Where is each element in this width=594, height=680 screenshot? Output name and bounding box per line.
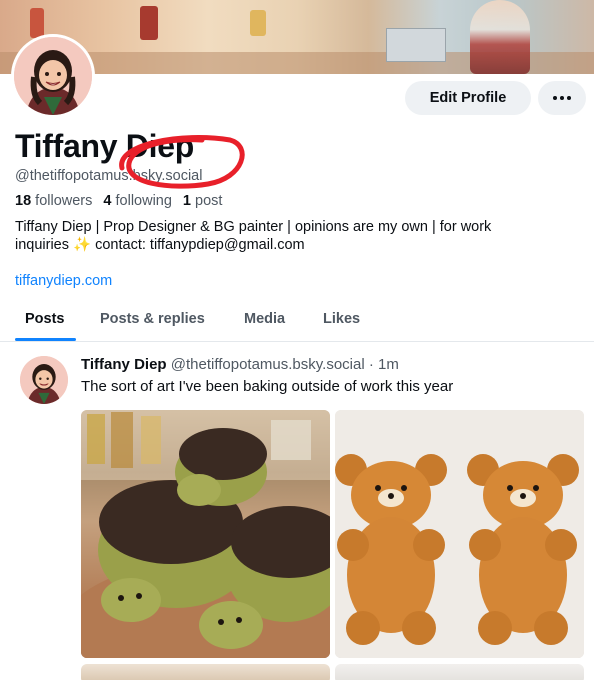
banner-jar bbox=[30, 8, 44, 38]
post-author-name[interactable]: Tiffany Diep bbox=[81, 356, 167, 373]
active-tab-indicator bbox=[15, 338, 76, 341]
avatar-illustration bbox=[14, 37, 92, 115]
following-label: following bbox=[115, 193, 172, 209]
profile-display-name: Tiffany Diep bbox=[15, 128, 194, 164]
bio-line: inquiries ✨ contact: tiffanypdiep@gmail.… bbox=[15, 237, 305, 253]
following-count: 4 bbox=[103, 193, 112, 209]
followers-count: 18 bbox=[15, 193, 32, 209]
edit-profile-button[interactable]: Edit Profile bbox=[405, 81, 531, 115]
bio-line: Tiffany Diep | Prop Designer & BG painte… bbox=[15, 219, 492, 235]
banner-jar bbox=[250, 10, 266, 36]
posts-stat: 1 post bbox=[183, 193, 223, 209]
post-header: Tiffany Diep @thetiffopotamus.bsky.socia… bbox=[81, 356, 399, 373]
dot-icon bbox=[567, 96, 571, 100]
followers-label: followers bbox=[35, 193, 93, 209]
banner-jar bbox=[140, 6, 158, 40]
profile-website-link[interactable]: tiffanydiep.com bbox=[15, 273, 112, 289]
profile-handle: @thetiffopotamus.bsky.social bbox=[15, 168, 203, 184]
tab-media[interactable]: Media bbox=[244, 311, 285, 327]
dot-icon bbox=[553, 96, 557, 100]
profile-stats: 18 followers 4 following 1 post bbox=[15, 193, 222, 209]
post-author-handle[interactable]: @thetiffopotamus.bsky.social bbox=[171, 356, 365, 373]
turtle-buns-illustration bbox=[81, 410, 330, 658]
post-timestamp[interactable]: · 1m bbox=[369, 356, 399, 373]
followers-stat[interactable]: 18 followers bbox=[15, 193, 92, 209]
banner-figure bbox=[470, 0, 530, 74]
avatar-illustration bbox=[20, 356, 68, 404]
post-image-turtle-buns[interactable] bbox=[81, 410, 330, 658]
post-image-3[interactable] bbox=[81, 664, 330, 680]
profile-tabs: Posts Posts & replies Media Likes bbox=[0, 300, 594, 342]
posts-count: 1 bbox=[182, 193, 191, 209]
banner-box bbox=[386, 28, 446, 62]
dot-icon bbox=[560, 96, 564, 100]
bear-buns-illustration bbox=[335, 410, 584, 658]
post-image-4[interactable] bbox=[335, 664, 584, 680]
profile-bio: Tiffany Diep | Prop Designer & BG painte… bbox=[15, 218, 575, 254]
post-image-bear-buns[interactable] bbox=[335, 410, 584, 658]
posts-label: post bbox=[195, 193, 223, 209]
tab-likes[interactable]: Likes bbox=[323, 311, 360, 327]
post-author-avatar[interactable] bbox=[20, 356, 68, 404]
profile-avatar[interactable] bbox=[11, 34, 95, 118]
post-text: The sort of art I've been baking outside… bbox=[81, 378, 454, 395]
tab-posts-replies[interactable]: Posts & replies bbox=[100, 311, 205, 327]
tab-posts[interactable]: Posts bbox=[25, 311, 65, 327]
following-stat[interactable]: 4 following bbox=[103, 193, 172, 209]
more-options-button[interactable] bbox=[538, 81, 586, 115]
